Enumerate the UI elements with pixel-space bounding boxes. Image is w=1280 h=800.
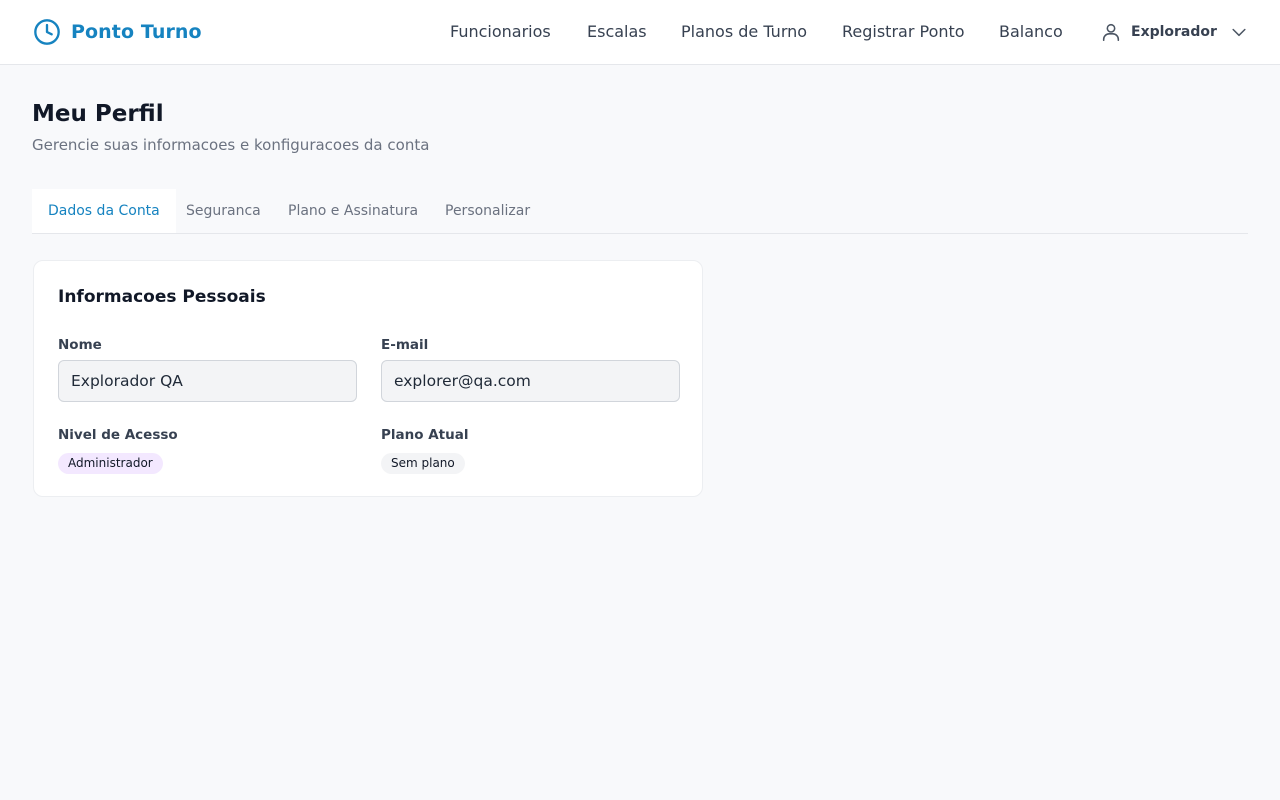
profile-tabs: Dados da Conta Seguranca Plano e Assinat…	[32, 189, 1248, 234]
name-label: Nome	[58, 337, 102, 353]
top-navbar: Ponto Turno Funcionarios Escalas Planos …	[0, 0, 1280, 65]
personal-info-card: Informacoes Pessoais Nome E-mail Nivel d…	[33, 260, 703, 497]
page-title: Meu Perfil	[32, 101, 164, 127]
brand-name: Ponto Turno	[71, 21, 202, 43]
chevron-down-icon	[1232, 28, 1246, 37]
name-field[interactable]	[58, 360, 357, 402]
tab-seguranca[interactable]: Seguranca	[170, 189, 277, 233]
nav-link-planos-de-turno[interactable]: Planos de Turno	[681, 20, 807, 44]
email-label: E-mail	[381, 337, 429, 353]
nav-link-registrar-ponto[interactable]: Registrar Ponto	[842, 20, 965, 44]
user-menu-button[interactable]: Explorador	[1100, 19, 1249, 45]
current-plan-badge: Sem plano	[381, 453, 465, 474]
access-level-label: Nivel de Acesso	[58, 427, 178, 443]
brand-logo-link[interactable]: Ponto Turno	[33, 17, 202, 47]
current-plan-label: Plano Atual	[381, 427, 469, 443]
nav-link-funcionarios[interactable]: Funcionarios	[450, 20, 551, 44]
nav-link-escalas[interactable]: Escalas	[587, 20, 647, 44]
tab-plano-e-assinatura[interactable]: Plano e Assinatura	[272, 189, 434, 233]
user-name: Explorador	[1131, 24, 1217, 40]
tab-dados-da-conta[interactable]: Dados da Conta	[32, 189, 176, 233]
nav-link-balanco[interactable]: Balanco	[999, 20, 1063, 44]
email-field[interactable]	[381, 360, 680, 402]
user-icon	[1102, 23, 1120, 42]
tab-personalizar[interactable]: Personalizar	[429, 189, 546, 233]
access-level-badge: Administrador	[58, 453, 163, 474]
card-title: Informacoes Pessoais	[58, 287, 266, 307]
clock-icon	[34, 19, 60, 45]
page-subtitle: Gerencie suas informacoes e konfiguracoe…	[32, 136, 430, 154]
